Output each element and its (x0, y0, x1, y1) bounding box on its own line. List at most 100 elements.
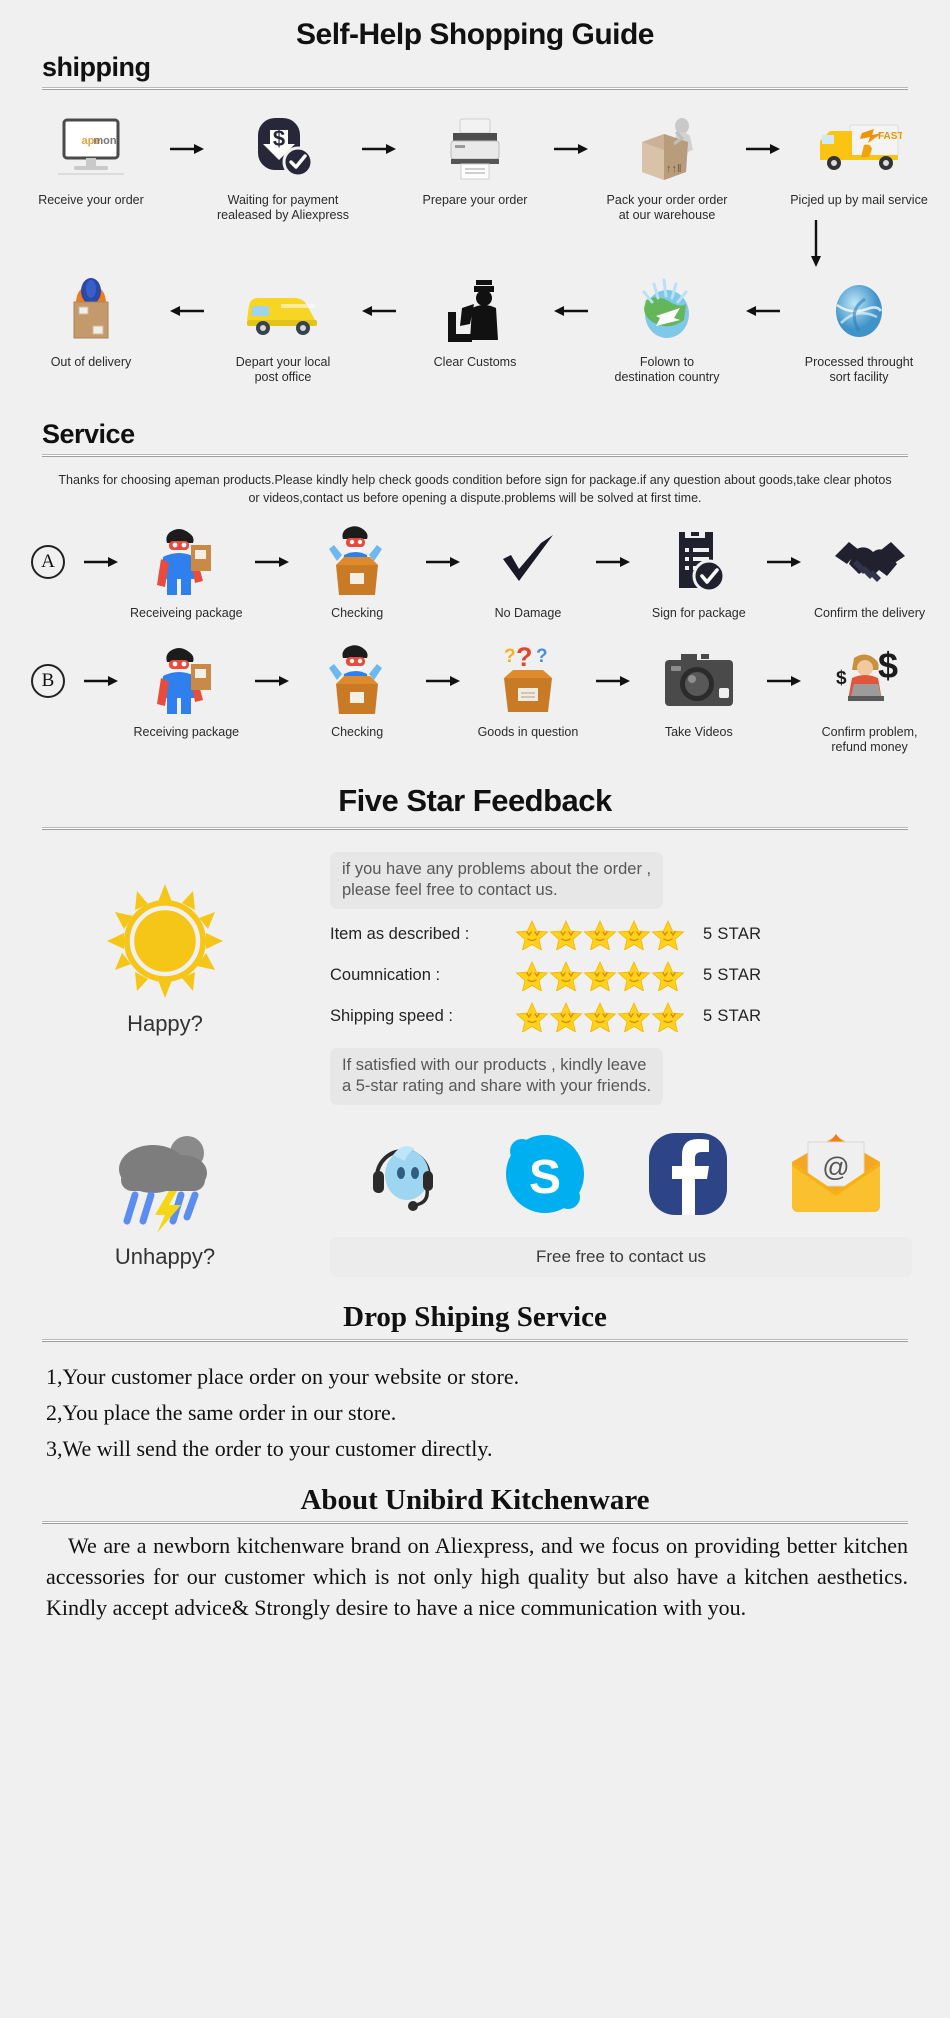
happy-label: Happy? (127, 1011, 203, 1036)
hero-opening-box-icon (326, 525, 388, 599)
feedback-body: Happy? if you have any problems about th… (0, 830, 950, 1105)
unhappy-block: Unhappy? (0, 1129, 330, 1270)
shipping-step: Prepare your order (402, 112, 548, 208)
contact-section: Unhappy? S @ Free free to contact us (0, 1129, 950, 1277)
happy-block: Happy? (0, 852, 330, 1105)
rating-row: Item as described : 5 STAR (330, 919, 912, 950)
step-caption: Folown to destination country (614, 354, 720, 384)
blue-globe-sort-icon (827, 274, 891, 348)
handshake-icon (833, 525, 907, 599)
svg-text:$: $ (836, 668, 847, 689)
svg-text:FAST: FAST (878, 131, 902, 142)
badge-letter: B (30, 663, 65, 698)
step-caption: Prepare your order (422, 193, 528, 207)
service-row-badge-b: B (18, 644, 78, 736)
shipping-step: Out of delivery (18, 274, 164, 370)
rating-label: Coumnication : (330, 966, 441, 985)
step-caption: Take Videos (664, 724, 733, 739)
worker-packing-box-icon: ↑↑‖ (632, 112, 702, 186)
step-caption: Processed throught sort facility (804, 354, 914, 384)
flow-arrow-icon (590, 525, 636, 599)
flow-arrow-icon (420, 644, 466, 718)
shipping-step: Folown to destination country (594, 274, 740, 386)
step-caption: Clear Customs (433, 354, 517, 369)
customs-officer-icon (442, 274, 508, 348)
service-intro-text: Thanks for choosing apeman products.Plea… (58, 473, 892, 506)
fast-delivery-truck-icon: FAST (816, 112, 902, 186)
checkmark-icon (497, 525, 559, 599)
flow-arrow-icon (249, 644, 295, 718)
feedback-bottom-bubble: If satisfied with our products , kindly … (330, 1047, 664, 1105)
shipping-step: Processed throught sort facility (786, 274, 932, 386)
shipping-step: FAST Picjed up by mail service (786, 112, 932, 208)
contact-us-button[interactable]: Free free to contact us (330, 1236, 912, 1277)
service-step: Sign for package (636, 525, 761, 621)
monitor-apeman-icon: ape mon (56, 112, 126, 186)
section-heading-feedback: Five Star Feedback (338, 783, 612, 818)
rating-label: Item as described : (330, 925, 470, 944)
rating-value: 5 STAR (703, 925, 762, 944)
service-step: Receiving package (124, 644, 249, 740)
rating-label: Shipping speed : (330, 1007, 453, 1026)
step-caption: Confirm the delivery (814, 606, 926, 621)
service-step: Confirm the delivery (807, 525, 932, 621)
step-caption: Sign for package (651, 606, 746, 621)
shipping-step: ↑↑‖ Pack your order order at our warehou… (594, 112, 740, 224)
svg-text:↑↑‖: ↑↑‖ (666, 163, 682, 175)
star-rating (515, 960, 687, 991)
flow-arrow-icon (548, 112, 594, 186)
step-caption: Confirm problem, refund money (821, 724, 918, 754)
rating-row: Coumnication : 5 STAR (330, 960, 912, 991)
step-caption: Out of delivery (50, 354, 132, 369)
sun-icon (105, 882, 225, 1005)
step-caption: Pack your order order at our warehouse (606, 193, 728, 223)
service-step: Take Videos (636, 644, 761, 740)
star-rating (515, 919, 687, 950)
flow-arrow-icon (420, 525, 466, 599)
about-body-text: We are a newborn kitchenware brand on Al… (46, 1532, 908, 1621)
rating-row: Shipping speed : 5 STAR (330, 1001, 912, 1032)
svg-text:@: @ (822, 1152, 849, 1182)
printer-icon (445, 112, 505, 186)
dropshipping-step: 1,Your customer place order on your webs… (46, 1363, 520, 1389)
svg-text:?: ? (516, 644, 533, 672)
feedback-ratings: if you have any problems about the order… (330, 852, 950, 1105)
shipping-step: $ Waiting for payment realeased by Aliex… (210, 112, 356, 224)
skype-icon[interactable]: S (502, 1131, 588, 1222)
box-question-marks-icon: ? ? ? (494, 644, 562, 718)
step-caption: Checking (331, 724, 384, 739)
payment-dollar-shield-icon: $ (250, 112, 316, 186)
svg-text:$: $ (878, 645, 898, 686)
service-step: $ $ Confirm problem, refund money (807, 644, 932, 756)
hero-holding-package-icon (155, 525, 217, 599)
service-row-badge-a: A (18, 525, 78, 617)
svg-text:$: $ (273, 126, 285, 151)
globe-airplane-icon (634, 274, 700, 348)
trademanager-headset-icon[interactable] (359, 1131, 445, 1222)
flow-arrow-icon (761, 525, 807, 599)
delivery-man-box-icon (60, 274, 122, 348)
section-heading-dropshipping: Drop Shiping Service (343, 1300, 607, 1333)
email-envelope-icon[interactable]: @ (788, 1134, 884, 1219)
step-caption: Receiveing package (130, 606, 243, 621)
flow-arrow-left-icon (740, 274, 786, 348)
step-caption: Checking (331, 606, 384, 621)
flow-arrow-icon (78, 644, 124, 718)
star-rating (515, 1001, 687, 1032)
rating-value: 5 STAR (703, 966, 762, 985)
section-heading-service: Service (42, 419, 135, 449)
divider-service (42, 454, 908, 457)
facebook-icon[interactable] (645, 1131, 731, 1222)
flow-arrow-icon (590, 644, 636, 718)
hero-holding-package-icon (155, 644, 217, 718)
flow-arrow-icon (78, 525, 124, 599)
storm-cloud-icon (109, 1129, 221, 1238)
step-caption: Receiving package (133, 724, 240, 739)
step-caption: Picjed up by mail service (790, 193, 928, 207)
service-step: No Damage (466, 525, 591, 621)
step-caption: Goods in question (477, 724, 579, 739)
rating-value: 5 STAR (703, 1007, 762, 1026)
section-heading-shipping: shipping (42, 52, 151, 82)
service-flow-row-b: B Receiving package Checking ? ? ? Goods… (0, 644, 950, 756)
step-caption: Receive your order (38, 193, 144, 207)
